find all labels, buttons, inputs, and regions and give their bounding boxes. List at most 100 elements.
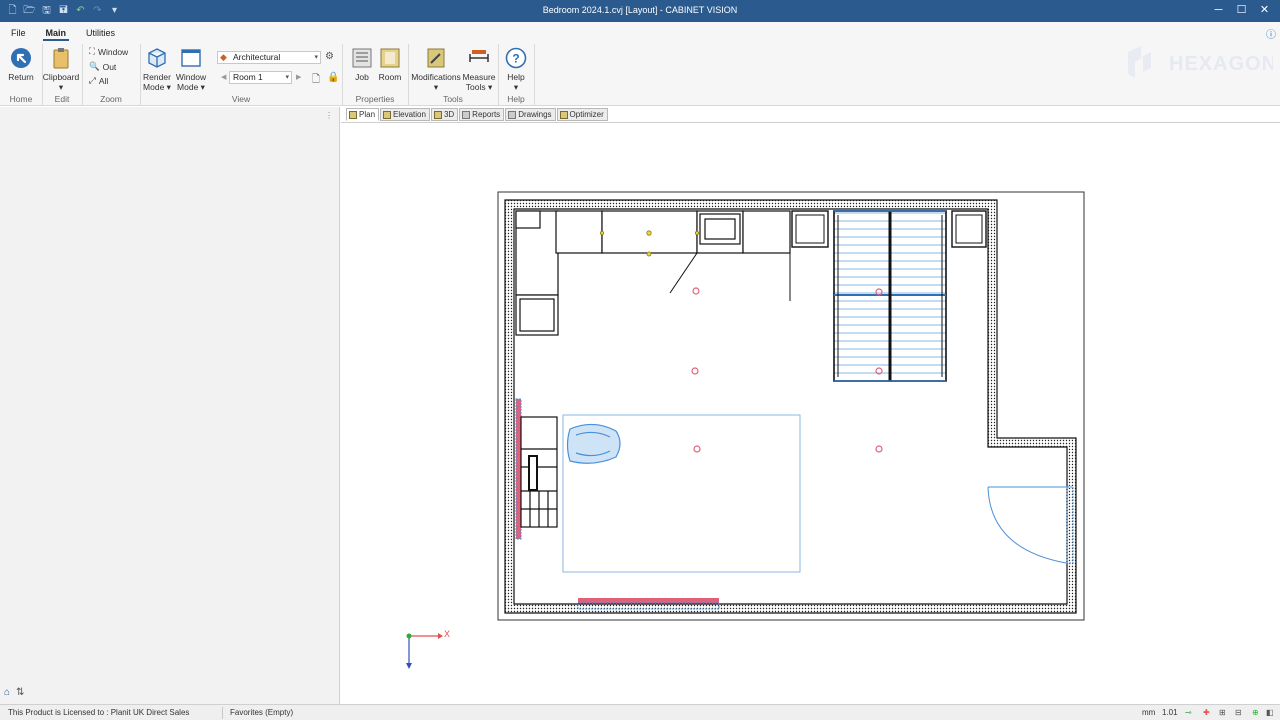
hexagon-logo: HEXAGON [1128,46,1273,78]
snap-icon[interactable]: ⊸ [1185,708,1192,717]
optimizer-icon [559,110,568,119]
tab-optimizer[interactable]: Optimizer [556,108,608,121]
tab-plan[interactable]: Plan [346,108,380,121]
window-controls: ─ ☐ ✕ [1207,2,1276,20]
reports-icon [462,110,471,119]
chevron-down-icon: ▾ [433,82,439,92]
side-cabinet [951,210,987,248]
job-label: Job [355,72,369,82]
tab-main[interactable]: Main [42,27,70,41]
layer-icon[interactable]: ⊕ [1252,708,1259,717]
minimize-button[interactable]: ─ [1207,2,1230,20]
tab-file[interactable]: File [8,27,29,41]
corner-cabinets [515,210,791,336]
settings-icon[interactable]: ⚙ [325,51,334,62]
sort-icon[interactable]: ⇅ [16,687,24,698]
wardrobe-unit [833,210,947,382]
zoom-all-icon: ⤢ [89,75,96,85]
grid-icon[interactable]: ⊞ [1219,708,1226,717]
ortho-icon[interactable]: ⊟ [1235,708,1242,717]
worktop-edges [557,252,791,301]
clipboard-label: Clipboard [42,72,80,82]
group-edit: Edit [54,94,70,104]
zoom-out-button[interactable]: 🔍 Out [89,61,116,72]
modifications-icon [427,48,445,68]
lock-icon[interactable]: 🔒 [327,72,339,83]
job-properties-button[interactable]: Job [350,47,374,82]
maximize-button[interactable]: ☐ [1230,2,1253,20]
tab-3d-label: 3D [443,110,455,119]
plan-canvas[interactable]: X [341,122,1280,704]
zoom-window-label: Window [97,46,129,57]
room-select[interactable]: Room 1 [229,71,292,84]
left-shelving-unit [520,416,558,528]
chair-symbol [566,423,621,464]
elevation-icon [383,110,392,119]
clipboard-button[interactable]: Clipboard ▾ [42,47,80,92]
render-mode-button[interactable]: Render Mode ▾ [142,47,172,92]
crosshair-icon[interactable]: ✚ [1203,708,1210,717]
chevron-down-icon: ▾ [513,82,519,92]
status-icon[interactable]: ◧ [1266,708,1274,717]
tab-reports[interactable]: Reports [459,108,505,121]
tab-elevation[interactable]: Elevation [380,108,430,121]
tab-elevation-label: Elevation [393,110,426,119]
measure-tools-button[interactable]: Measure Tools ▾ [462,47,496,92]
tab-reports-label: Reports [472,110,501,119]
next-room-icon[interactable]: ▶ [296,73,301,81]
close-button[interactable]: ✕ [1253,2,1276,20]
room-properties-button[interactable]: Room [377,47,403,82]
home-icon[interactable]: ⌂ [4,687,10,698]
title-bar: 🗋 🗁 🖫 🖬 ↶ ↷ ▾ Bedroom 2024.1.cvj [Layout… [0,0,1280,22]
units-indicator: mm [1142,708,1156,717]
axis-x-label: X [444,629,450,639]
zoom-window-button[interactable]: ⛶ Window [89,46,128,57]
tab-plan-label: Plan [359,110,376,119]
hexagon-logo-text: HEXAGON [1169,53,1273,75]
ribbon-tabs: File Main Utilities [8,27,118,41]
modifications-button[interactable]: Modifications ▾ [410,47,462,92]
left-panel: ⋮ ⌂ ⇅ [0,107,340,704]
3d-icon [433,110,442,119]
tab-drawings-label: Drawings [518,110,552,119]
group-properties: Properties [355,94,395,104]
tab-utilities[interactable]: Utilities [83,27,118,41]
units-select[interactable]: Architectural [217,51,321,64]
door-swing-line [669,252,698,294]
zoom-indicator: 1.01 [1162,708,1178,717]
help-icon: ? [505,47,527,69]
favorites-text[interactable]: Favorites (Empty) [230,708,293,717]
room-properties-icon [380,48,400,68]
plan-icon [349,110,357,119]
group-separator [534,44,535,106]
ruler-icon: ◆ [220,52,227,62]
help-button[interactable]: ? Help ▾ [503,47,529,92]
window-title: Bedroom 2024.1.cvj [Layout] - CABINET VI… [542,5,738,15]
return-button[interactable]: Return [6,47,36,82]
help-circle-icon[interactable]: ⓘ [1266,26,1276,41]
prev-room-icon[interactable]: ◀ [221,73,226,81]
panel-grip-icon[interactable]: ⋮ [325,111,333,120]
group-tools: Tools [443,94,463,104]
window-mode-button[interactable]: Window Mode ▾ [175,47,207,92]
left-window [516,399,521,539]
new-room-icon[interactable]: 🗋 [312,72,320,89]
measure-icon [469,50,489,62]
render-mode-label: Render Mode ▾ [143,72,171,92]
help-label: Help [507,72,525,82]
measure-tools-label: Measure Tools ▾ [462,72,496,92]
tab-optimizer-label: Optimizer [569,110,604,119]
zoom-out-label: Out [102,61,117,72]
room-select-value: Room 1 [233,72,263,82]
modifications-label: Modifications [411,72,461,82]
view-tabs: Plan Elevation 3D Reports Drawings Optim… [346,108,608,121]
tab-3d[interactable]: 3D [430,108,459,121]
group-view: View [231,94,251,104]
drawings-icon [508,110,517,119]
tab-drawings[interactable]: Drawings [505,108,556,121]
floor-plan-drawing[interactable]: X [341,123,1280,705]
ribbon: File Main Utilities Return Clipboard ▾ ⛶… [0,22,1280,106]
return-arrow-icon [11,48,31,68]
chevron-down-icon: ▾ [58,82,64,92]
zoom-all-button[interactable]: ⤢ All [89,75,108,86]
